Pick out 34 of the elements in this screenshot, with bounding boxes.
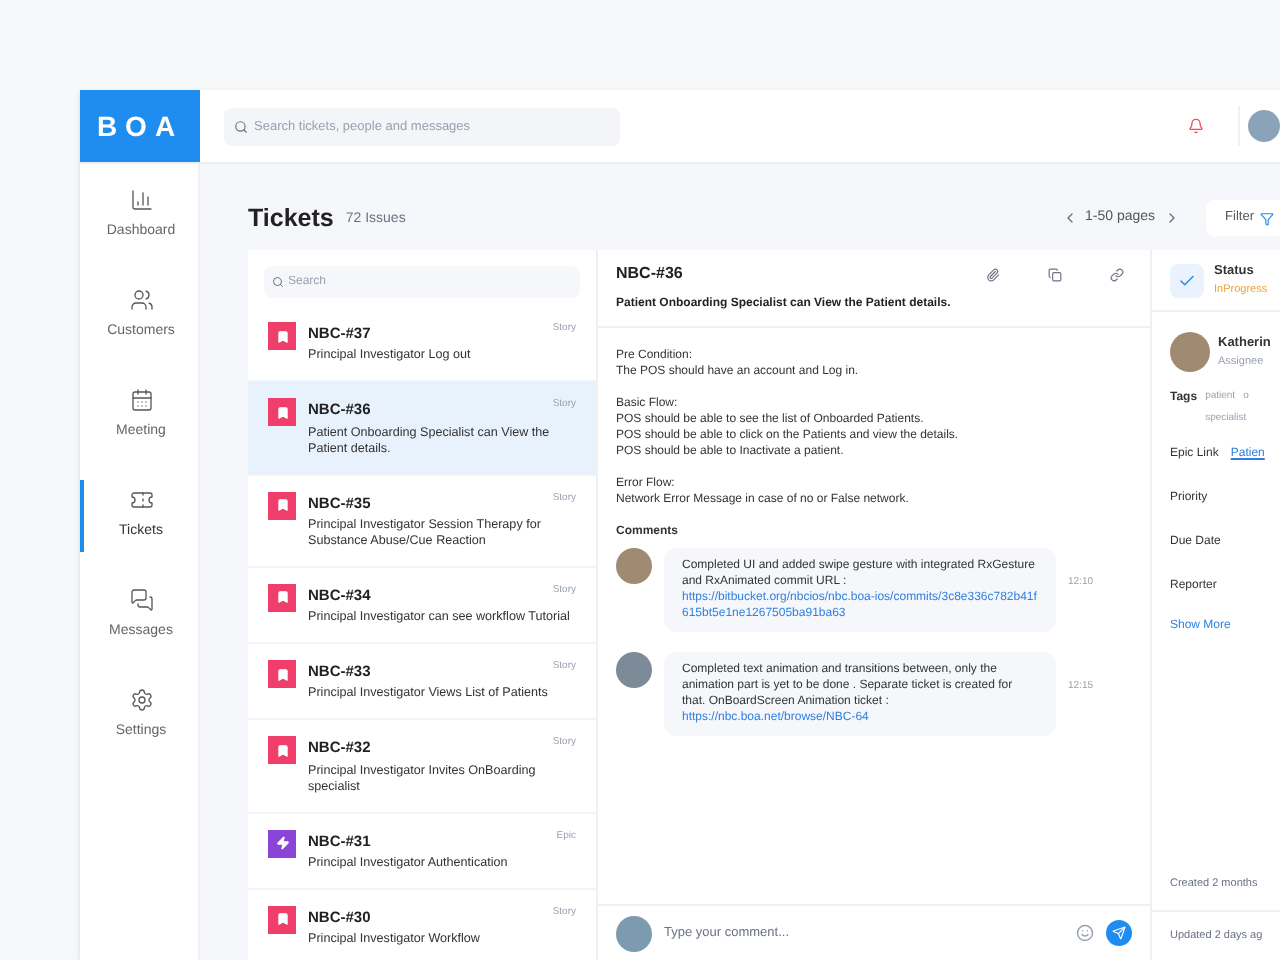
- bookmark-icon: [268, 660, 296, 688]
- assignee-avatar: [1170, 332, 1210, 372]
- messages-icon: [129, 588, 153, 613]
- bookmark-icon: [268, 583, 296, 612]
- check-icon: [1178, 271, 1196, 289]
- page-title: Tickets: [248, 201, 334, 236]
- commenter-avatar: [616, 652, 652, 688]
- logo: BOA: [80, 90, 200, 162]
- bookmark-icon: [268, 322, 296, 350]
- search-icon: [272, 276, 284, 288]
- settings-icon: [129, 688, 153, 713]
- detail-id: NBC-#36: [616, 262, 683, 286]
- avatar[interactable]: [1248, 110, 1280, 142]
- bookmark-icon: [268, 736, 296, 765]
- lightning-icon: [268, 829, 296, 857]
- attachment-icon[interactable]: [986, 267, 1000, 281]
- notification-bell-icon[interactable]: [1188, 118, 1204, 134]
- link-icon[interactable]: [1110, 267, 1124, 281]
- bookmark-icon: [268, 905, 296, 934]
- calendar-icon: [129, 388, 153, 413]
- commenter-avatar: [616, 548, 652, 584]
- bookmark-icon: [268, 398, 296, 427]
- filter-icon: [1260, 211, 1274, 225]
- emoji-icon[interactable]: [1076, 924, 1094, 942]
- send-icon: [1112, 926, 1126, 940]
- users-icon: [129, 288, 153, 313]
- ticket-icon: [129, 488, 153, 513]
- chart-icon: [129, 188, 153, 213]
- bookmark-icon: [268, 491, 296, 519]
- copy-icon[interactable]: [1048, 267, 1062, 281]
- search-icon: [234, 119, 248, 133]
- send-button[interactable]: [1106, 920, 1132, 946]
- user-avatar: [616, 915, 652, 951]
- status-checkbox[interactable]: [1170, 263, 1204, 297]
